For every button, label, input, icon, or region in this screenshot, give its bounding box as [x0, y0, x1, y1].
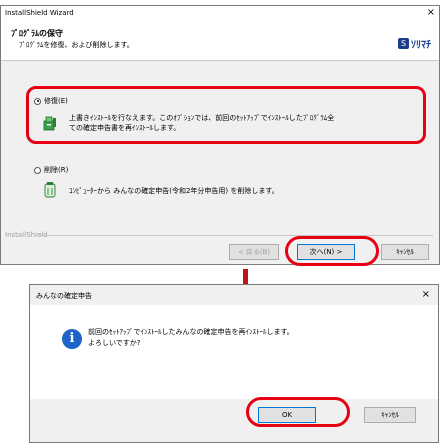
- ok-button-highlight: [246, 397, 350, 427]
- dialog-close-icon[interactable]: ×: [422, 289, 430, 300]
- logo-mark-icon: S: [398, 38, 409, 49]
- confirm-dialog: みんなの確定申告 × i 前回のｾｯﾄｱｯﾌﾟでｲﾝｽﾄｰﾙしたみんなの確定申告…: [29, 284, 439, 443]
- dialog-message-line1: 前回のｾｯﾄｱｯﾌﾟでｲﾝｽﾄｰﾙしたみんなの確定申告を再ｲﾝｽﾄｰﾙします。: [88, 328, 294, 336]
- dialog-body: i 前回のｾｯﾄｱｯﾌﾟでｲﾝｽﾄｰﾙしたみんなの確定申告を再ｲﾝｽﾄｰﾙします…: [30, 305, 438, 399]
- wizard-header: ﾌﾟﾛｸﾞﾗﾑの保守 ﾌﾟﾛｸﾞﾗﾑを修復、および削除します。 S ｿﾘﾏﾁ: [1, 20, 439, 61]
- dialog-message: 前回のｾｯﾄｱｯﾌﾟでｲﾝｽﾄｰﾙしたみんなの確定申告を再ｲﾝｽﾄｰﾙします。 …: [88, 327, 294, 349]
- wizard-titlebar: InstallShield Wizard ×: [1, 6, 439, 20]
- dialog-title: みんなの確定申告: [36, 292, 92, 300]
- repair-option-highlight: [26, 86, 426, 144]
- header-title: ﾌﾟﾛｸﾞﾗﾑの保守: [11, 29, 63, 38]
- dialog-message-line2: よろしいですか?: [88, 339, 141, 347]
- footer-separator: [39, 235, 433, 236]
- back-button[interactable]: < 戻る(B): [229, 244, 279, 260]
- brand-logo: S ｿﾘﾏﾁ: [398, 36, 431, 51]
- remove-description: ｺﾝﾋﾟｭｰﾀｰから みんなの確定申告(令和2年分申告用) を削除します。: [69, 187, 279, 195]
- wizard-title: InstallShield Wizard: [5, 9, 74, 17]
- header-subtitle: ﾌﾟﾛｸﾞﾗﾑを修復、および削除します。: [19, 41, 134, 49]
- wizard-cancel-button[interactable]: ｷｬﾝｾﾙ: [381, 244, 429, 260]
- dialog-cancel-button[interactable]: ｷｬﾝｾﾙ: [364, 407, 416, 423]
- remove-radio-option[interactable]: 削除(R): [34, 165, 68, 175]
- remove-radio-icon[interactable]: [34, 166, 41, 174]
- uninstall-icon: [44, 182, 56, 198]
- wizard-close-icon[interactable]: ×: [427, 6, 435, 20]
- remove-label: 削除(R): [44, 166, 69, 174]
- info-icon: i: [62, 329, 82, 349]
- next-button-highlight: [285, 236, 379, 266]
- logo-text: ｿﾘﾏﾁ: [411, 40, 431, 51]
